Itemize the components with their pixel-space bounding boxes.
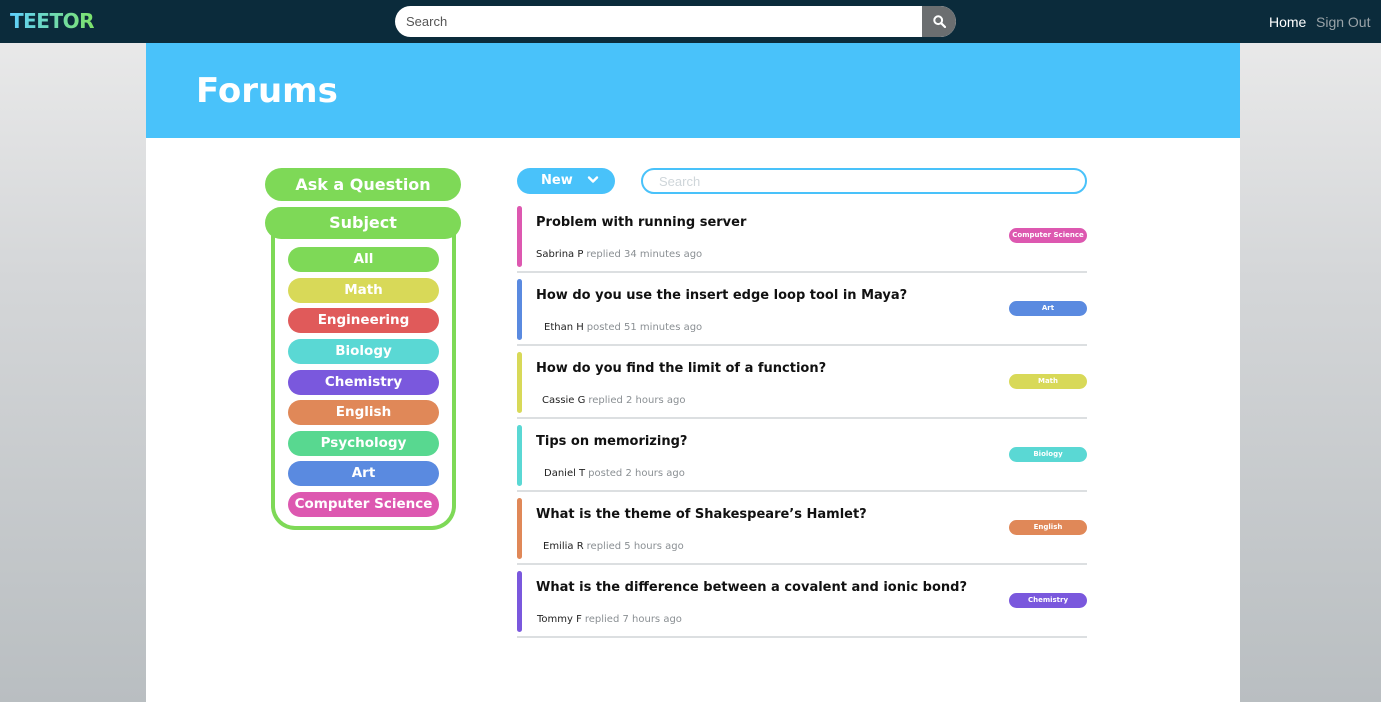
post-title[interactable]: Problem with running server (536, 215, 746, 230)
subject-heading: Subject (265, 207, 461, 239)
forums-panel: Forums Ask a Question Subject All Math Eng… (146, 43, 1240, 702)
post-activity: posted 2 hours ago (588, 468, 685, 479)
post-subject-bar (517, 425, 522, 486)
search-icon (932, 15, 946, 28)
global-search (395, 6, 956, 37)
post-row[interactable]: What is the theme of Shakespeare’s Hamle… (517, 498, 1087, 565)
subject-filter-english[interactable]: English (288, 400, 439, 425)
forum-search-input[interactable] (641, 168, 1087, 194)
subject-filter-computer-science[interactable]: Computer Science (288, 492, 439, 517)
post-row[interactable]: Problem with running server Sabrina Prepl… (517, 206, 1087, 273)
post-author[interactable]: Emilia R (543, 541, 584, 552)
subject-filter-biology[interactable]: Biology (288, 339, 439, 364)
post-meta: Sabrina Preplied 34 minutes ago (536, 249, 702, 260)
post-meta: Daniel Tposted 2 hours ago (544, 468, 685, 479)
page-header: Forums (146, 43, 1240, 138)
nav-signout-link[interactable]: Sign Out (1316, 14, 1370, 30)
post-title[interactable]: What is the difference between a covalen… (536, 580, 967, 595)
post-row[interactable]: Tips on memorizing? Daniel Tposted 2 hour… (517, 425, 1087, 492)
nav-home-link[interactable]: Home (1269, 14, 1306, 30)
post-author[interactable]: Ethan H (544, 322, 584, 333)
subject-filter-engineering[interactable]: Engineering (288, 308, 439, 333)
post-subject-tag[interactable]: English (1009, 520, 1087, 535)
post-meta: Emilia Rreplied 5 hours ago (543, 541, 684, 552)
post-subject-bar (517, 352, 522, 413)
post-meta: Cassie Greplied 2 hours ago (542, 395, 685, 406)
subject-filter-psychology[interactable]: Psychology (288, 431, 439, 456)
subject-filter-art[interactable]: Art (288, 461, 439, 486)
sort-dropdown[interactable]: New (517, 168, 615, 194)
subject-filter-chemistry[interactable]: Chemistry (288, 370, 439, 395)
post-activity: replied 2 hours ago (588, 395, 686, 406)
post-subject-bar (517, 279, 522, 340)
post-title[interactable]: How do you use the insert edge loop tool… (536, 288, 907, 303)
post-meta: Tommy Freplied 7 hours ago (537, 614, 682, 625)
chevron-down-icon (587, 176, 599, 183)
post-author[interactable]: Tommy F (537, 614, 582, 625)
post-subject-bar (517, 206, 522, 267)
post-row[interactable]: What is the difference between a covalen… (517, 571, 1087, 638)
page-title: Forums (196, 71, 338, 111)
post-author[interactable]: Cassie G (542, 395, 585, 406)
post-subject-tag[interactable]: Chemistry (1009, 593, 1087, 608)
post-author[interactable]: Daniel T (544, 468, 585, 479)
post-activity: replied 5 hours ago (586, 541, 684, 552)
teetor-logo[interactable]: TEETOR (10, 9, 95, 33)
post-subject-tag[interactable]: Biology (1009, 447, 1087, 462)
post-subject-tag[interactable]: Art (1009, 301, 1087, 316)
global-search-input[interactable] (395, 6, 922, 37)
subject-filter-all[interactable]: All (288, 247, 439, 272)
post-author[interactable]: Sabrina P (536, 249, 583, 260)
post-title[interactable]: Tips on memorizing? (536, 434, 687, 449)
post-subject-bar (517, 571, 522, 632)
post-meta: Ethan Hposted 51 minutes ago (544, 322, 702, 333)
post-row[interactable]: How do you use the insert edge loop tool… (517, 279, 1087, 346)
subject-filter-math[interactable]: Math (288, 278, 439, 303)
post-activity: replied 7 hours ago (584, 614, 682, 625)
sort-dropdown-label: New (541, 173, 573, 188)
ask-question-button[interactable]: Ask a Question (265, 168, 461, 201)
post-subject-tag[interactable]: Computer Science (1009, 228, 1087, 243)
top-navbar: TEETOR Home Sign Out (0, 0, 1381, 43)
post-row[interactable]: How do you find the limit of a function?… (517, 352, 1087, 419)
global-search-button[interactable] (922, 6, 956, 37)
post-subject-tag[interactable]: Math (1009, 374, 1087, 389)
post-activity: replied 34 minutes ago (586, 249, 703, 260)
post-title[interactable]: What is the theme of Shakespeare’s Hamle… (536, 507, 867, 522)
post-subject-bar (517, 498, 522, 559)
post-activity: posted 51 minutes ago (586, 322, 703, 333)
post-title[interactable]: How do you find the limit of a function? (536, 361, 826, 376)
